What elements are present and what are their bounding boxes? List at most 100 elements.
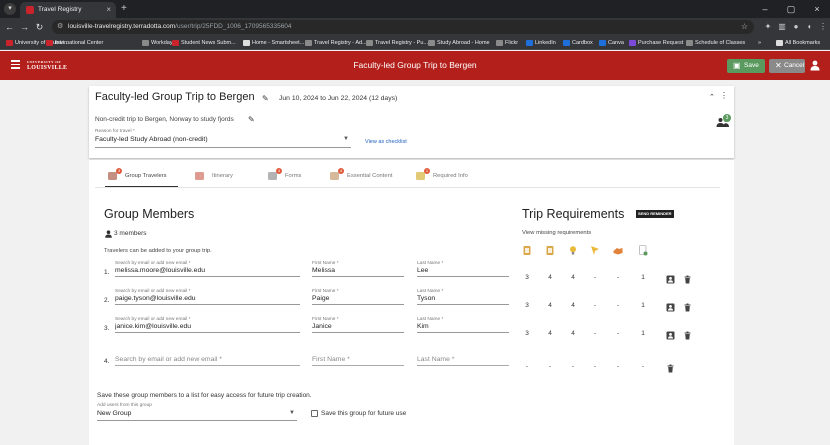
tab-group-travelers[interactable]: 3 Group Travelers: [105, 165, 178, 187]
bookmark-item[interactable]: Study Abroad - Home: [428, 36, 490, 49]
tab-search-menu[interactable]: ▾: [4, 3, 16, 15]
tab-essential-content[interactable]: 4 Essential Content: [327, 165, 395, 187]
email-field[interactable]: Search by email or add new email * paige.…: [115, 289, 300, 305]
trash-icon[interactable]: [683, 275, 692, 284]
save-button[interactable]: ▣ Save: [727, 59, 765, 73]
tab-badge: 1: [424, 168, 430, 174]
view-as-checklist-link[interactable]: View as checklist: [365, 139, 407, 145]
cancel-button[interactable]: ✕ Cancel: [769, 59, 805, 73]
site-info-icon[interactable]: ⚙: [57, 20, 63, 34]
first-name-field-value[interactable]: Janice: [312, 323, 404, 333]
tab-forms[interactable]: 4 Forms: [265, 165, 307, 187]
tab-label: Itinerary: [212, 173, 233, 179]
email-field-value[interactable]: janice.kim@louisville.edu: [115, 323, 300, 333]
tabs-divider: [95, 187, 720, 188]
close-window-button[interactable]: ×: [804, 0, 830, 18]
bookmark-item[interactable]: Canva: [599, 36, 624, 49]
minimize-button[interactable]: –: [752, 0, 778, 18]
trip-requirements-heading: Trip Requirements: [522, 207, 625, 221]
contact-card-icon[interactable]: [666, 331, 675, 340]
collapse-chevron-up-icon[interactable]: ⌃: [709, 93, 715, 101]
back-button[interactable]: ←: [3, 20, 16, 34]
all-bookmarks-folder[interactable]: All Bookmarks: [776, 36, 821, 49]
save-group-checkbox[interactable]: [311, 410, 318, 417]
app-header: UNIVERSITY OF LOUISVILLE Faculty-led Gro…: [0, 51, 830, 80]
reason-for-travel-select[interactable]: Faculty-led Study Abroad (non-credit) ▼: [95, 136, 351, 148]
new-first-name-field-placeholder[interactable]: First Name *: [312, 356, 404, 366]
send-reminder-button[interactable]: SEND REMINDER: [636, 210, 674, 218]
save-group-checkbox-label[interactable]: Save this group for future use: [311, 410, 406, 417]
trash-icon[interactable]: [683, 331, 692, 340]
trash-icon[interactable]: [683, 303, 692, 312]
bookmark-item[interactable]: Travel Registry - Ad...: [305, 36, 367, 49]
sidepanel-icon[interactable]: ▥: [776, 21, 788, 33]
clipboard-icon: [523, 246, 531, 255]
tab-label: Required Info: [433, 173, 468, 179]
last-name-field[interactable]: Last Name * Tyson: [417, 289, 509, 305]
extensions-icon[interactable]: ✦: [762, 21, 774, 33]
bookmark-item[interactable]: Workday: [142, 36, 173, 49]
reload-button[interactable]: ↻: [33, 20, 46, 34]
requirement-count: 3: [525, 330, 529, 337]
last-name-field[interactable]: Last Name * Kim: [417, 317, 509, 333]
bookmark-item[interactable]: Flickr: [496, 36, 518, 49]
bookmark-item[interactable]: Purchase Request: [629, 36, 683, 49]
contact-card-icon[interactable]: [666, 303, 675, 312]
bookmark-label: LinkedIn: [535, 40, 556, 46]
bookmark-item[interactable]: International Center: [46, 36, 103, 49]
more-options-icon[interactable]: ⋮: [720, 92, 728, 100]
bookmark-item[interactable]: Student News Subm...: [172, 36, 236, 49]
bookmark-item[interactable]: Schedule of Classes: [686, 36, 745, 49]
email-field[interactable]: Search by email or add new email * meliss…: [115, 261, 300, 277]
last-name-field-value[interactable]: Lee: [417, 267, 509, 277]
new-tab-button[interactable]: +: [121, 2, 127, 16]
bookmark-item[interactable]: Cardbox: [563, 36, 593, 49]
first-name-field-value[interactable]: Melissa: [312, 267, 404, 277]
new-email-field-placeholder[interactable]: Search by email or add new email *: [115, 356, 300, 366]
profile-icon[interactable]: ●: [790, 21, 802, 33]
last-name-field-value[interactable]: Kim: [417, 323, 509, 333]
tab-badge: 3: [116, 168, 122, 174]
new-email-field[interactable]: Search by email or add new email *: [115, 350, 300, 366]
new-last-name-field-placeholder[interactable]: Last Name *: [417, 356, 509, 366]
bookmark-item[interactable]: Travel Registry - Pu...: [366, 36, 428, 49]
trash-icon[interactable]: [666, 364, 675, 373]
bookmarks-overflow-icon[interactable]: »: [758, 36, 761, 49]
new-first-name-field[interactable]: First Name *: [312, 350, 404, 366]
address-bar[interactable]: ⚙ louisville-travelregistry.terradotta.c…: [52, 20, 754, 34]
maximize-button[interactable]: ▢: [778, 0, 804, 18]
edit-description-pencil-icon[interactable]: ✎: [248, 115, 255, 124]
tab-itinerary[interactable]: Itinerary: [192, 165, 240, 187]
email-field[interactable]: Search by email or add new email * janice…: [115, 317, 300, 333]
email-field-value[interactable]: melissa.moore@louisville.edu: [115, 267, 300, 277]
group-select[interactable]: New Group ▼: [97, 410, 297, 421]
bookmark-item[interactable]: LinkedIn: [526, 36, 556, 49]
last-name-field-value[interactable]: Tyson: [417, 295, 509, 305]
forward-button[interactable]: →: [18, 20, 31, 34]
tab-required-info[interactable]: 1 Required Info: [413, 165, 471, 187]
browser-tab[interactable]: Travel Registry ×: [20, 2, 116, 18]
browser-menu-icon[interactable]: ⋮: [817, 21, 829, 33]
new-last-name-field[interactable]: Last Name *: [417, 350, 509, 366]
tab-label: Forms: [285, 173, 302, 179]
contact-card-icon[interactable]: [666, 275, 675, 284]
first-name-field[interactable]: First Name * Paige: [312, 289, 404, 305]
close-tab-icon[interactable]: ×: [106, 2, 111, 18]
last-name-field[interactable]: Last Name * Lee: [417, 261, 509, 277]
bookmark-star-icon[interactable]: ☆: [741, 20, 748, 34]
map-pin-icon: [195, 172, 204, 180]
email-field-value[interactable]: paige.tyson@louisville.edu: [115, 295, 300, 305]
save-button-label: Save: [744, 62, 759, 69]
bookmark-item[interactable]: Home - Smartsheet...: [243, 36, 304, 49]
edit-title-pencil-icon[interactable]: ✎: [262, 94, 269, 103]
first-name-field-label: First Name *: [312, 317, 339, 322]
view-missing-requirements-link[interactable]: View missing requirements: [522, 230, 591, 236]
first-name-field[interactable]: First Name * Janice: [312, 317, 404, 333]
user-account-icon[interactable]: [810, 60, 820, 71]
first-name-field-value[interactable]: Paige: [312, 295, 404, 305]
first-name-field[interactable]: First Name * Melissa: [312, 261, 404, 277]
row-number: 1.: [104, 269, 110, 276]
all-bookmarks-label: All Bookmarks: [785, 40, 821, 46]
bookmark-favicon-icon: [366, 40, 373, 46]
profile-avatar-icon[interactable]: ◐: [804, 21, 816, 33]
